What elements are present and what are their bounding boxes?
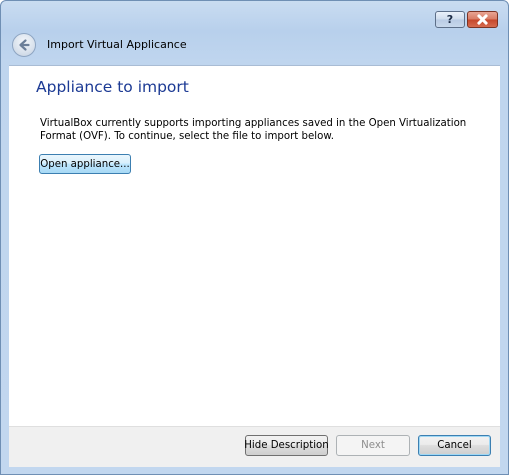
back-arrow-icon bbox=[19, 39, 30, 51]
window-title: Import Virtual Applicance bbox=[47, 38, 187, 51]
help-icon: ? bbox=[446, 13, 454, 26]
page-description: VirtualBox currently supports importing … bbox=[40, 118, 467, 142]
page-title: Appliance to import bbox=[36, 78, 189, 96]
import-appliance-dialog: ? Import Virtual Applicance Appliance to… bbox=[0, 0, 509, 475]
caption-buttons: ? bbox=[435, 11, 498, 28]
button-bar: Hide Description Next Cancel bbox=[9, 426, 500, 467]
next-button[interactable]: Next bbox=[336, 435, 410, 456]
hide-description-button[interactable]: Hide Description bbox=[244, 435, 329, 456]
back-button[interactable] bbox=[12, 33, 36, 57]
cancel-button[interactable]: Cancel bbox=[418, 435, 491, 456]
close-button[interactable] bbox=[467, 11, 498, 28]
close-icon bbox=[477, 14, 488, 25]
help-button[interactable]: ? bbox=[435, 11, 465, 28]
wizard-page: Appliance to import VirtualBox currently… bbox=[9, 65, 500, 426]
open-appliance-button[interactable]: Open appliance... bbox=[39, 154, 131, 174]
